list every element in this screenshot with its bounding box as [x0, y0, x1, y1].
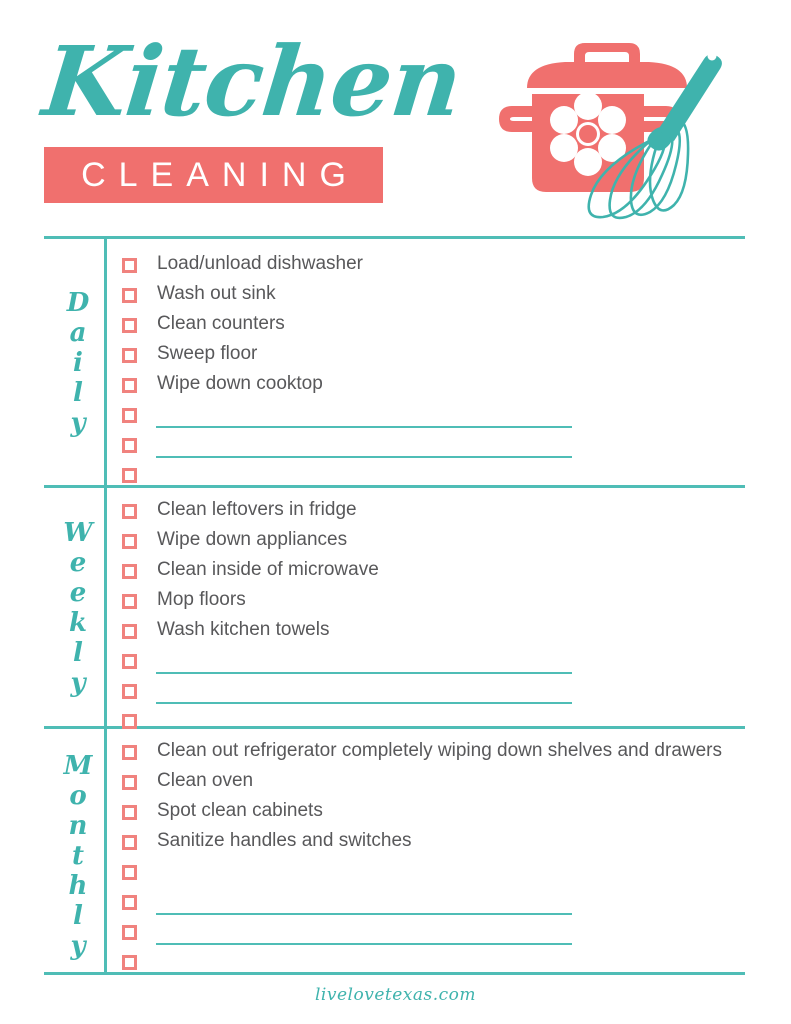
pot-lid-icon: [527, 62, 687, 88]
checkbox[interactable]: [122, 805, 137, 820]
write-in-line[interactable]: [156, 672, 572, 674]
checkbox[interactable]: [122, 895, 137, 910]
checklist-item-label: Clean oven: [157, 770, 254, 791]
divider-weekly-monthly: [44, 726, 745, 729]
checkbox[interactable]: [122, 378, 137, 393]
checkbox[interactable]: [122, 835, 137, 850]
pot-lid-handle-icon: [574, 43, 640, 63]
checkbox[interactable]: [122, 955, 137, 970]
checklist-item-label: Clean out refrigerator completely wiping…: [157, 740, 723, 761]
checkbox[interactable]: [122, 504, 137, 519]
checkbox[interactable]: [122, 654, 137, 669]
checklist-item-label: Clean inside of microwave: [157, 559, 379, 580]
label-letter: l: [73, 378, 83, 408]
label-letter: l: [73, 901, 83, 931]
checklist-item-label: Spot clean cabinets: [157, 800, 323, 821]
checkbox[interactable]: [122, 624, 137, 639]
checkbox[interactable]: [122, 468, 137, 483]
checklist-item-label: Clean counters: [157, 313, 285, 334]
checkbox[interactable]: [122, 258, 137, 273]
label-letter: D: [66, 288, 90, 318]
checkbox[interactable]: [122, 684, 137, 699]
checkbox[interactable]: [122, 534, 137, 549]
page-title: Kitchen: [38, 25, 467, 138]
label-letter: W: [63, 518, 93, 548]
section-label-weekly: W e e k l y: [56, 518, 100, 698]
checkbox[interactable]: [122, 564, 137, 579]
divider-top: [44, 236, 745, 239]
write-in-line[interactable]: [156, 702, 572, 704]
checkbox[interactable]: [122, 925, 137, 940]
label-letter: e: [69, 578, 87, 608]
label-letter: M: [63, 751, 93, 781]
checkbox[interactable]: [122, 348, 137, 363]
checklist-item-label: Sweep floor: [157, 343, 258, 364]
label-letter: l: [73, 638, 83, 668]
write-in-line[interactable]: [156, 426, 572, 428]
label-letter: t: [71, 841, 84, 871]
label-column-divider: [104, 236, 107, 975]
checklist-item-label: Wipe down cooktop: [157, 373, 323, 394]
label-letter: n: [68, 811, 88, 841]
write-in-line[interactable]: [156, 913, 572, 915]
label-letter: e: [69, 548, 87, 578]
checkbox[interactable]: [122, 594, 137, 609]
label-letter: k: [68, 608, 87, 638]
section-label-monthly: M o n t h l y: [56, 751, 100, 961]
checkbox[interactable]: [122, 775, 137, 790]
label-letter: a: [69, 318, 87, 348]
divider-bottom: [44, 972, 745, 975]
checkbox[interactable]: [122, 288, 137, 303]
checklist-item-label: Wash out sink: [157, 283, 276, 304]
checklist-item-label: Wipe down appliances: [157, 529, 348, 550]
header: Kitchen CLEANING: [0, 0, 791, 232]
label-letter: y: [70, 931, 86, 961]
checkbox[interactable]: [122, 318, 137, 333]
checklist-item-label: Load/unload dishwasher: [157, 253, 363, 274]
checklist-item-label: Sanitize handles and switches: [157, 830, 412, 851]
footer-website: livelovetexas.com: [315, 985, 476, 1005]
cleaning-banner-label: CLEANING: [81, 156, 359, 194]
section-label-daily: D a i l y: [56, 288, 100, 438]
checkbox[interactable]: [122, 865, 137, 880]
checkbox[interactable]: [122, 408, 137, 423]
checkbox[interactable]: [122, 438, 137, 453]
printable-checklist-page: Kitchen CLEANING D a i l y Load/unload d…: [0, 0, 791, 1024]
write-in-line[interactable]: [156, 456, 572, 458]
label-letter: y: [70, 668, 86, 698]
label-letter: h: [68, 871, 88, 901]
label-letter: y: [70, 408, 86, 438]
checkbox[interactable]: [122, 745, 137, 760]
label-letter: i: [73, 348, 83, 378]
checklist-item-label: Mop floors: [157, 589, 246, 610]
cleaning-banner: CLEANING: [44, 147, 383, 203]
checklist-item-label: Clean leftovers in fridge: [157, 499, 357, 520]
pot-and-whisk-illustration: [490, 38, 765, 228]
write-in-line[interactable]: [156, 943, 572, 945]
checklist-item-label: Wash kitchen towels: [157, 619, 330, 640]
whisk-hang-hole-icon: [707, 51, 717, 61]
label-letter: o: [69, 781, 87, 811]
divider-daily-weekly: [44, 485, 745, 488]
checkbox[interactable]: [122, 714, 137, 729]
